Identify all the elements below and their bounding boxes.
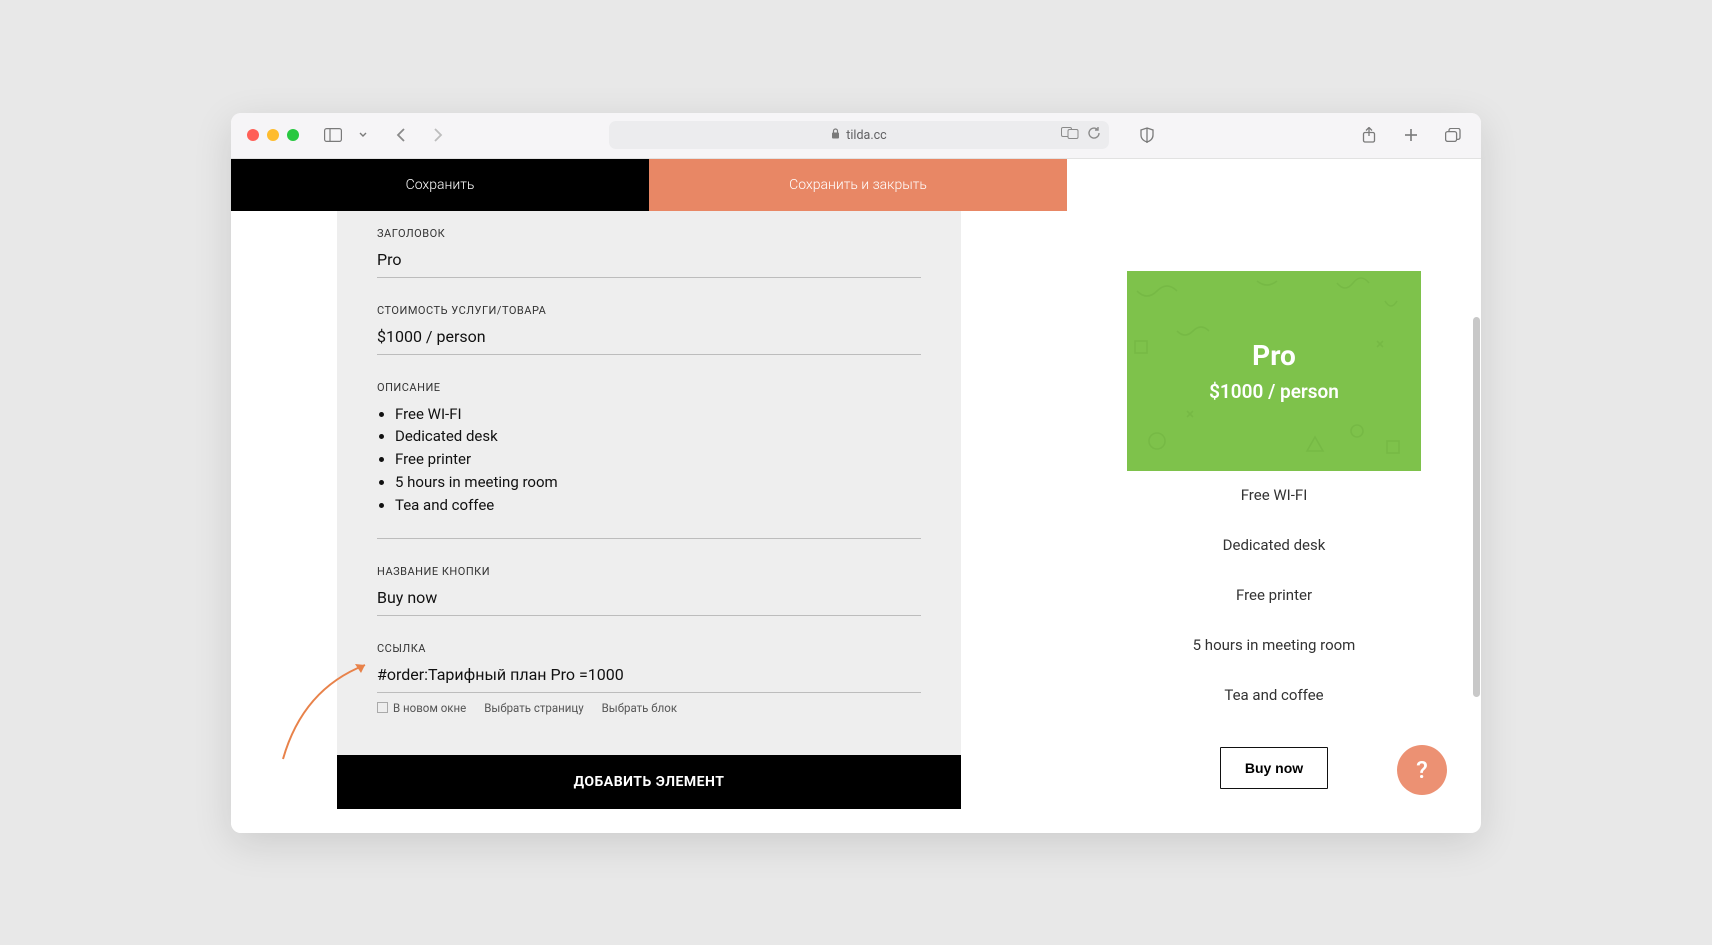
titlebar: tilda.cc [231, 113, 1481, 159]
shield-icon[interactable] [1135, 123, 1159, 147]
lock-icon [831, 128, 840, 143]
btnname-label: НАЗВАНИЕ КНОПКИ [377, 565, 921, 578]
save-button[interactable]: Сохранить [231, 159, 649, 211]
feature-item: Free printer [1127, 571, 1421, 621]
feature-item: Dedicated desk [1127, 521, 1421, 571]
title-label: ЗАГОЛОВОК [377, 227, 921, 240]
select-page-link[interactable]: Выбрать страницу [484, 701, 583, 715]
titlebar-right [1357, 123, 1465, 147]
editor-top-buttons: Сохранить Сохранить и закрыть [231, 159, 1067, 211]
select-block-link[interactable]: Выбрать блок [602, 701, 677, 715]
minimize-icon[interactable] [267, 129, 279, 141]
desc-item: Free printer [395, 449, 921, 471]
desc-item: Free WI-FI [395, 404, 921, 426]
desc-item: Tea and coffee [395, 495, 921, 517]
pattern-decoration [1127, 271, 1421, 471]
chevron-down-icon[interactable] [351, 123, 375, 147]
window-controls [247, 129, 299, 141]
url-bar[interactable]: tilda.cc [609, 121, 1109, 149]
editor-panel: Сохранить Сохранить и закрыть ЗАГОЛОВОК … [231, 159, 1067, 833]
card-features: Free WI-FI Dedicated desk Free printer 5… [1127, 471, 1421, 721]
feature-item: Free WI-FI [1127, 471, 1421, 521]
save-close-button[interactable]: Сохранить и закрыть [649, 159, 1067, 211]
help-button[interactable]: ? [1397, 745, 1447, 795]
title-input[interactable]: Pro [377, 250, 921, 278]
nav-arrows [389, 123, 449, 147]
share-icon[interactable] [1357, 123, 1381, 147]
maximize-icon[interactable] [287, 129, 299, 141]
sidebar-icon[interactable] [321, 123, 345, 147]
desc-label: ОПИСАНИЕ [377, 381, 921, 394]
sidebar-toggle-group [321, 123, 375, 147]
btnname-input[interactable]: Buy now [377, 588, 921, 616]
desc-input[interactable]: Free WI-FI Dedicated desk Free printer 5… [377, 404, 921, 540]
feature-item: Tea and coffee [1127, 671, 1421, 721]
page-content: Сохранить Сохранить и закрыть ЗАГОЛОВОК … [231, 159, 1481, 833]
browser-window: tilda.cc [231, 113, 1481, 833]
price-label: СТОИМОСТЬ УСЛУГИ/ТОВАРА [377, 304, 921, 317]
desc-item: Dedicated desk [395, 426, 921, 448]
translate-icon[interactable] [1061, 126, 1079, 144]
form: ЗАГОЛОВОК Pro СТОИМОСТЬ УСЛУГИ/ТОВАРА $1… [337, 211, 961, 756]
pricing-card: Pro $1000 / person Free WI-FI Dedicated … [1127, 271, 1421, 833]
desc-item: 5 hours in meeting room [395, 472, 921, 494]
tabs-icon[interactable] [1441, 123, 1465, 147]
new-tab-icon[interactable] [1399, 123, 1423, 147]
price-input[interactable]: $1000 / person [377, 327, 921, 355]
scrollbar[interactable] [1473, 317, 1480, 697]
link-options: В новом окне Выбрать страницу Выбрать бл… [377, 701, 921, 715]
feature-item: 5 hours in meeting room [1127, 621, 1421, 671]
preview-panel: Pro $1000 / person Free WI-FI Dedicated … [1067, 159, 1481, 833]
new-window-checkbox[interactable]: В новом окне [377, 701, 466, 715]
forward-icon[interactable] [425, 123, 449, 147]
url-text: tilda.cc [846, 128, 886, 143]
close-icon[interactable] [247, 129, 259, 141]
link-input[interactable]: #order:Тарифный план Pro =1000 [377, 665, 921, 693]
add-element-button[interactable]: ДОБАВИТЬ ЭЛЕМЕНТ [337, 755, 961, 809]
back-icon[interactable] [389, 123, 413, 147]
link-label: ССЫЛКА [377, 642, 921, 655]
buy-now-button[interactable]: Buy now [1220, 747, 1328, 789]
card-header: Pro $1000 / person [1127, 271, 1421, 471]
reload-icon[interactable] [1087, 126, 1101, 144]
